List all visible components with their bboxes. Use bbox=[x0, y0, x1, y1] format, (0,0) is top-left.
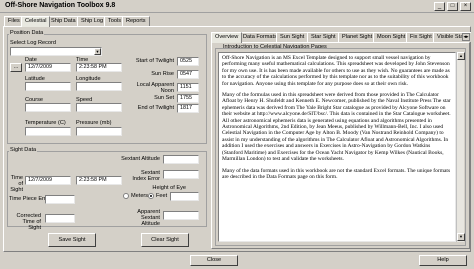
temperature-label: Temperature (C) bbox=[25, 120, 66, 126]
tab-ship-log[interactable]: Ship Log bbox=[77, 16, 108, 26]
tab-sun-sight[interactable]: Sun Sight bbox=[276, 32, 309, 42]
position-date-field[interactable]: 12/7/2009 bbox=[25, 63, 71, 72]
tab-planet-sight[interactable]: Planet Sight bbox=[338, 32, 377, 42]
twilight-end-field: 1817 bbox=[177, 104, 199, 113]
feet-label: Feet bbox=[156, 193, 168, 199]
temperature-field[interactable] bbox=[25, 127, 71, 136]
tab-moon-sight[interactable]: Moon Sight bbox=[373, 32, 410, 42]
position-time-field[interactable]: 2:23:58 PM bbox=[76, 63, 122, 72]
window-title: Off-Shore Navigation Toolbox 9.8 bbox=[5, 2, 116, 9]
help-button[interactable]: Help bbox=[419, 255, 467, 266]
sextant-altitude-label: Sextant Altitude bbox=[121, 156, 160, 162]
meters-label: Meters bbox=[131, 193, 149, 199]
sun-set-field: 1755 bbox=[177, 94, 199, 103]
apparent-sextant-label: Apparent Sextant Altitude bbox=[137, 209, 160, 227]
tab-ship-data[interactable]: Ship Data bbox=[47, 16, 80, 26]
sun-set-label: Sun Set bbox=[154, 95, 174, 101]
pressure-label: Pressure (mb) bbox=[76, 120, 112, 126]
log-picker-button[interactable]: ... bbox=[10, 63, 22, 72]
height-of-eye-field[interactable] bbox=[170, 192, 199, 201]
feet-radio[interactable] bbox=[148, 193, 154, 199]
pressure-field[interactable] bbox=[76, 127, 122, 136]
tab-fix-sight[interactable]: Fix Sight bbox=[406, 32, 436, 42]
tab-reports[interactable]: Reports bbox=[122, 16, 150, 26]
tab-star-sight[interactable]: Star Sight bbox=[307, 32, 340, 42]
sextant-altitude-field[interactable] bbox=[163, 155, 199, 164]
sextant-index-label: Sextant Index Error bbox=[132, 170, 160, 182]
select-log-label: Select Log Record bbox=[10, 40, 57, 46]
sun-rise-field: 0547 bbox=[177, 70, 199, 79]
save-sight-button[interactable]: Save Sight bbox=[48, 233, 96, 247]
height-of-eye-label: Height of Eye bbox=[152, 185, 186, 191]
sextant-index-field[interactable] bbox=[163, 170, 199, 179]
sight-date-field[interactable]: 12/7/2009 bbox=[25, 176, 71, 185]
meters-radio[interactable] bbox=[123, 193, 129, 199]
time-of-sight-label: Time of Sight bbox=[10, 175, 23, 193]
sight-data-title: Sight Data bbox=[9, 147, 38, 153]
overview-paragraph: Many of the formulas used in this spread… bbox=[222, 92, 451, 163]
corrected-time-label: Corrected Time of Sight bbox=[16, 213, 41, 231]
twilight-start-field: 0525 bbox=[177, 57, 199, 66]
maximize-button[interactable]: □ bbox=[447, 2, 458, 11]
sun-rise-label: Sun Rise bbox=[151, 71, 174, 77]
corrected-time-field bbox=[45, 214, 75, 223]
overview-scrollbar[interactable]: ▲ ▼ bbox=[456, 52, 465, 242]
course-field[interactable] bbox=[25, 103, 71, 112]
twilight-start-label: Start of Twilight bbox=[135, 58, 174, 64]
local-noon-field: 1151 bbox=[177, 83, 199, 92]
tab-overview[interactable]: Overview bbox=[211, 32, 243, 43]
close-button[interactable]: Close bbox=[190, 255, 238, 266]
time-piece-label: Time Piece Error bbox=[9, 196, 51, 202]
title-bar: Off-Shore Navigation Toolbox 9.8 _ □ × bbox=[0, 0, 474, 13]
tab-scroll-arrows-icon[interactable]: ◂▸ bbox=[462, 33, 470, 41]
scroll-up-icon[interactable]: ▲ bbox=[457, 52, 465, 60]
twilight-end-label: End of Twilight bbox=[137, 105, 174, 111]
position-data-title: Position Data bbox=[9, 30, 45, 36]
chevron-down-icon[interactable]: ▼ bbox=[94, 48, 101, 55]
longitude-field[interactable] bbox=[76, 82, 122, 91]
minimize-button[interactable]: _ bbox=[434, 2, 445, 11]
apparent-sextant-field bbox=[163, 211, 199, 220]
local-noon-label: Local Apparent Noon bbox=[136, 82, 174, 94]
latitude-field[interactable] bbox=[25, 82, 71, 91]
overview-text[interactable]: Off-Shore Navigation is an MS Excel Temp… bbox=[218, 52, 456, 242]
sight-time-field[interactable]: 2:23:58 PM bbox=[76, 176, 122, 185]
overview-paragraph: Off-Shore Navigation is an MS Excel Temp… bbox=[222, 55, 450, 87]
tab-data-formats[interactable]: Data Formats bbox=[239, 32, 281, 42]
scroll-down-icon[interactable]: ▼ bbox=[457, 233, 465, 241]
close-window-button[interactable]: × bbox=[460, 2, 471, 11]
speed-field[interactable] bbox=[76, 103, 122, 112]
time-piece-field[interactable] bbox=[45, 195, 75, 204]
overview-paragraph: Many of the data formats used in this wo… bbox=[222, 167, 451, 180]
select-log-dropdown[interactable] bbox=[10, 47, 102, 56]
clear-sight-button[interactable]: Clear Sight bbox=[141, 233, 189, 247]
tab-celestial[interactable]: Celestial bbox=[21, 16, 51, 27]
